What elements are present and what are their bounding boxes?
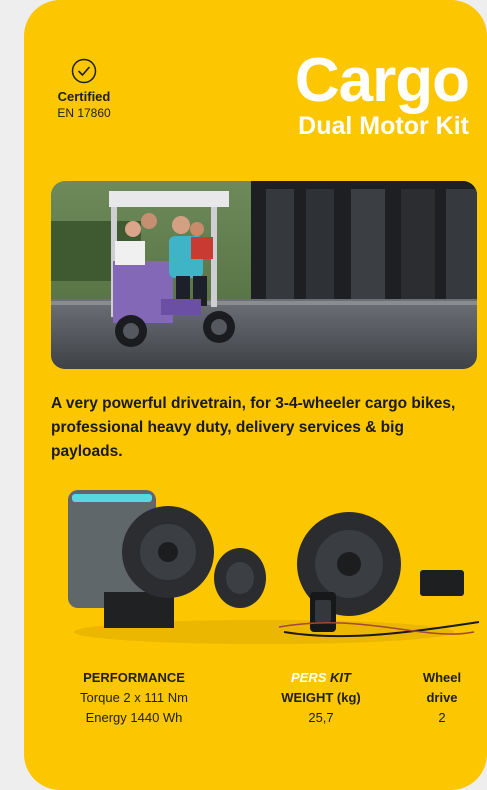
drive-kit-image: [64, 482, 484, 652]
stat-performance-torque: Torque 2 x 111 Nm: [80, 690, 188, 705]
product-title: Cargo Dual Motor Kit: [294, 46, 470, 141]
product-title-sub: Dual Motor Kit: [298, 112, 469, 140]
stat-wheel-drive-value: 2: [438, 710, 446, 725]
stat-wheel-drive: Wheel drive 2: [412, 668, 472, 728]
stat-performance-energy: Energy 1440 Wh: [85, 710, 183, 725]
stat-performance-heading: PERFORMANCE: [83, 670, 185, 685]
stat-weight-value: 25,7: [308, 710, 334, 725]
drive-kit-illustration: [68, 490, 480, 644]
certification-badge: Certified EN 17860: [48, 58, 120, 121]
cargo-bike-photo-illustration: [51, 181, 477, 369]
stat-weight: PERS KIT WEIGHT (kg) 25,7: [256, 668, 386, 728]
product-card: Certified EN 17860 Cargo Dual Motor Kit: [24, 0, 487, 790]
certification-standard: EN 17860: [57, 106, 111, 120]
stat-wheel-drive-heading-2: drive: [426, 690, 458, 705]
stat-performance: PERFORMANCE Torque 2 x 111 Nm Energy 144…: [59, 668, 209, 728]
stat-wheel-drive-heading-1: Wheel: [422, 670, 462, 685]
stat-weight-heading: WEIGHT (kg): [281, 690, 361, 705]
brand-pers-label: PERS: [291, 670, 327, 685]
stat-weight-kit-line: PERS KIT: [256, 668, 386, 688]
cargo-bike-photo: [51, 181, 477, 369]
kit-label: KIT: [330, 670, 351, 685]
product-title-main: Cargo: [294, 46, 470, 115]
spec-stats: PERFORMANCE Torque 2 x 111 Nm Energy 144…: [24, 668, 487, 748]
check-circle-icon: [71, 58, 97, 84]
certification-label: Certified: [57, 89, 111, 104]
product-description: A very powerful drivetrain, for 3-4-whee…: [51, 395, 456, 460]
